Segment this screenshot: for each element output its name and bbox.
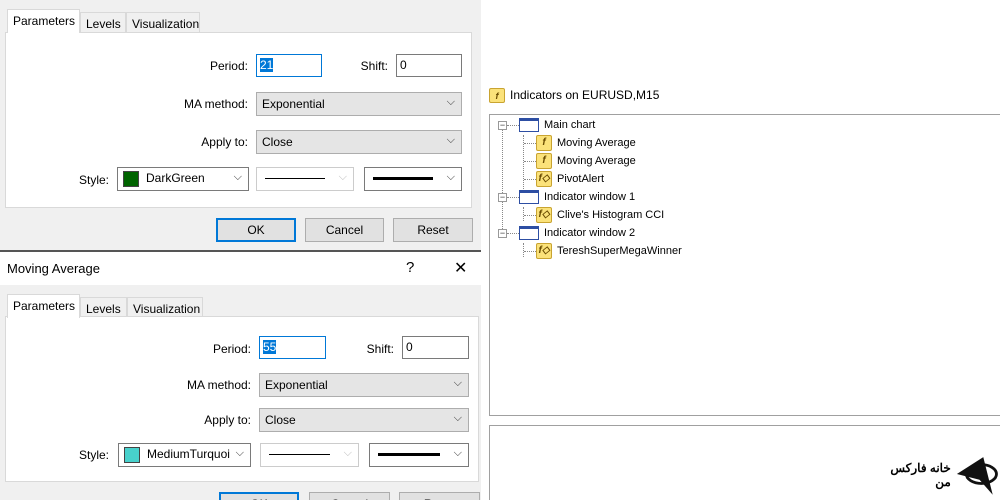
tab-visualization[interactable]: Visualization bbox=[127, 297, 203, 318]
period-input[interactable]: 55 bbox=[259, 336, 326, 359]
ma-method-value: Exponential bbox=[265, 378, 328, 392]
tree-node-indicator-window-2[interactable]: − Indicator window 2 bbox=[498, 224, 635, 242]
tree-label: TereshSuperMegaWinner bbox=[557, 245, 682, 257]
color-swatch bbox=[124, 447, 140, 463]
tree-item-tereshsupermegawinner[interactable]: f◇ TereshSuperMegaWinner bbox=[524, 242, 682, 260]
ma-dialog-1: Parameters Levels Visualization Period: … bbox=[0, 0, 481, 250]
reset-button[interactable]: Reset bbox=[393, 218, 473, 242]
color-select[interactable]: DarkGreen ⌵ bbox=[117, 167, 249, 191]
period-value: 21 bbox=[260, 58, 274, 72]
collapse-icon[interactable]: − bbox=[498, 192, 507, 202]
tab-levels[interactable]: Levels bbox=[80, 297, 127, 318]
logo-icon bbox=[956, 457, 998, 495]
period-input[interactable]: 21 bbox=[256, 54, 322, 77]
style-label: Style: bbox=[78, 173, 109, 187]
apply-to-label: Apply to: bbox=[204, 413, 251, 427]
tab-levels[interactable]: Levels bbox=[80, 12, 126, 33]
apply-to-value: Close bbox=[262, 135, 293, 149]
reset-button[interactable]: Reset bbox=[399, 492, 480, 500]
shift-input[interactable]: 0 bbox=[396, 54, 462, 77]
color-select[interactable]: MediumTurquoi ⌵ bbox=[118, 443, 251, 467]
ma-method-label: MA method: bbox=[186, 378, 251, 392]
tree-item-clives-histogram-cci[interactable]: f◇ Clive's Histogram CCI bbox=[524, 206, 664, 224]
period-label: Period: bbox=[212, 342, 251, 356]
color-name: MediumTurquoi bbox=[147, 447, 230, 462]
help-button[interactable]: ? bbox=[406, 259, 414, 276]
line-width-select[interactable]: ⌵ bbox=[364, 167, 462, 191]
ok-button[interactable]: OK bbox=[216, 218, 296, 242]
logo-text: خانه فارکس من bbox=[890, 461, 951, 489]
chevron-down-icon: ⌵ bbox=[446, 171, 455, 183]
dialog-title: Moving Average bbox=[7, 261, 100, 276]
indicators-panel: f Indicators on EURUSD,M15 − Main chart f… bbox=[481, 0, 1000, 500]
tab-parameters[interactable]: Parameters bbox=[7, 9, 80, 33]
apply-to-value: Close bbox=[265, 413, 296, 427]
indicators-title: Indicators on EURUSD,M15 bbox=[510, 88, 660, 102]
shift-label: Shift: bbox=[360, 59, 388, 73]
tree-label: Main chart bbox=[544, 119, 596, 131]
period-label: Period: bbox=[209, 59, 248, 73]
indicator-icon: f bbox=[536, 135, 552, 151]
color-swatch bbox=[123, 171, 139, 187]
tree-label: Clive's Histogram CCI bbox=[557, 209, 665, 221]
ma-method-select[interactable]: Exponential ⌵ bbox=[256, 92, 462, 116]
tab-parameters[interactable]: Parameters bbox=[7, 294, 80, 318]
custom-indicator-icon: f◇ bbox=[536, 243, 552, 259]
chart-window-icon bbox=[519, 190, 539, 204]
chevron-down-icon: ⌵ bbox=[453, 412, 462, 424]
style-label: Style: bbox=[78, 448, 109, 462]
ma-method-select[interactable]: Exponential ⌵ bbox=[259, 373, 469, 397]
chevron-down-icon: ⌵ bbox=[453, 377, 462, 389]
ma-method-value: Exponential bbox=[262, 97, 325, 111]
chevron-down-icon: ⌵ bbox=[233, 171, 242, 183]
collapse-icon[interactable]: − bbox=[498, 120, 507, 130]
chart-window-icon bbox=[519, 118, 539, 132]
chevron-down-icon: ⌵ bbox=[446, 96, 455, 108]
line-style-select[interactable]: ⌵ bbox=[260, 443, 359, 467]
ma-dialog-2: Moving Average ? ✕ Parameters Levels Vis… bbox=[0, 250, 481, 500]
apply-to-label: Apply to: bbox=[201, 135, 248, 149]
cancel-button[interactable]: Cancel bbox=[309, 492, 390, 500]
period-value: 55 bbox=[263, 340, 277, 354]
line-width-select[interactable]: ⌵ bbox=[369, 443, 469, 467]
ok-button[interactable]: OK bbox=[219, 492, 299, 500]
custom-indicator-icon: f◇ bbox=[536, 207, 552, 223]
indicators-icon: f bbox=[489, 87, 505, 103]
close-icon[interactable]: ✕ bbox=[454, 258, 467, 278]
chevron-down-icon: ⌵ bbox=[235, 447, 244, 459]
indicators-header: f Indicators on EURUSD,M15 bbox=[481, 76, 1000, 114]
indicators-tree: − Main chart f Moving Average f Moving Aver… bbox=[489, 114, 1000, 416]
indicator-icon: f bbox=[536, 153, 552, 169]
chevron-down-icon: ⌵ bbox=[338, 171, 347, 183]
chevron-down-icon: ⌵ bbox=[446, 134, 455, 146]
ma-method-label: MA method: bbox=[183, 97, 248, 111]
tree-node-indicator-window-1[interactable]: − Indicator window 1 bbox=[498, 188, 635, 206]
tree-label: Moving Average bbox=[557, 137, 636, 149]
title-bar: Moving Average ? ✕ bbox=[0, 252, 481, 285]
custom-indicator-icon: f◇ bbox=[536, 171, 552, 187]
chart-window-icon bbox=[519, 226, 539, 240]
tree-item-moving-average[interactable]: f Moving Average bbox=[524, 134, 636, 152]
shift-input[interactable]: 0 bbox=[402, 336, 469, 359]
color-name: DarkGreen bbox=[146, 171, 205, 186]
chevron-down-icon: ⌵ bbox=[453, 447, 462, 459]
tree-item-pivotalert[interactable]: f◇ PivotAlert bbox=[524, 170, 604, 188]
tree-item-moving-average[interactable]: f Moving Average bbox=[524, 152, 636, 170]
tree-label: Indicator window 2 bbox=[544, 227, 636, 239]
tree-node-main-chart[interactable]: − Main chart bbox=[498, 116, 595, 134]
tree-label: PivotAlert bbox=[557, 173, 605, 185]
apply-to-select[interactable]: Close ⌵ bbox=[256, 130, 462, 154]
cancel-button[interactable]: Cancel bbox=[305, 218, 384, 242]
collapse-icon[interactable]: − bbox=[498, 228, 507, 238]
tree-label: Indicator window 1 bbox=[544, 191, 636, 203]
tree-label: Moving Average bbox=[557, 155, 636, 167]
chevron-down-icon: ⌵ bbox=[343, 447, 352, 459]
line-style-select[interactable]: ⌵ bbox=[256, 167, 354, 191]
logo: خانه فارکس من bbox=[876, 452, 1000, 498]
tab-visualization[interactable]: Visualization bbox=[126, 12, 200, 33]
apply-to-select[interactable]: Close ⌵ bbox=[259, 408, 469, 432]
shift-label: Shift: bbox=[366, 342, 394, 356]
